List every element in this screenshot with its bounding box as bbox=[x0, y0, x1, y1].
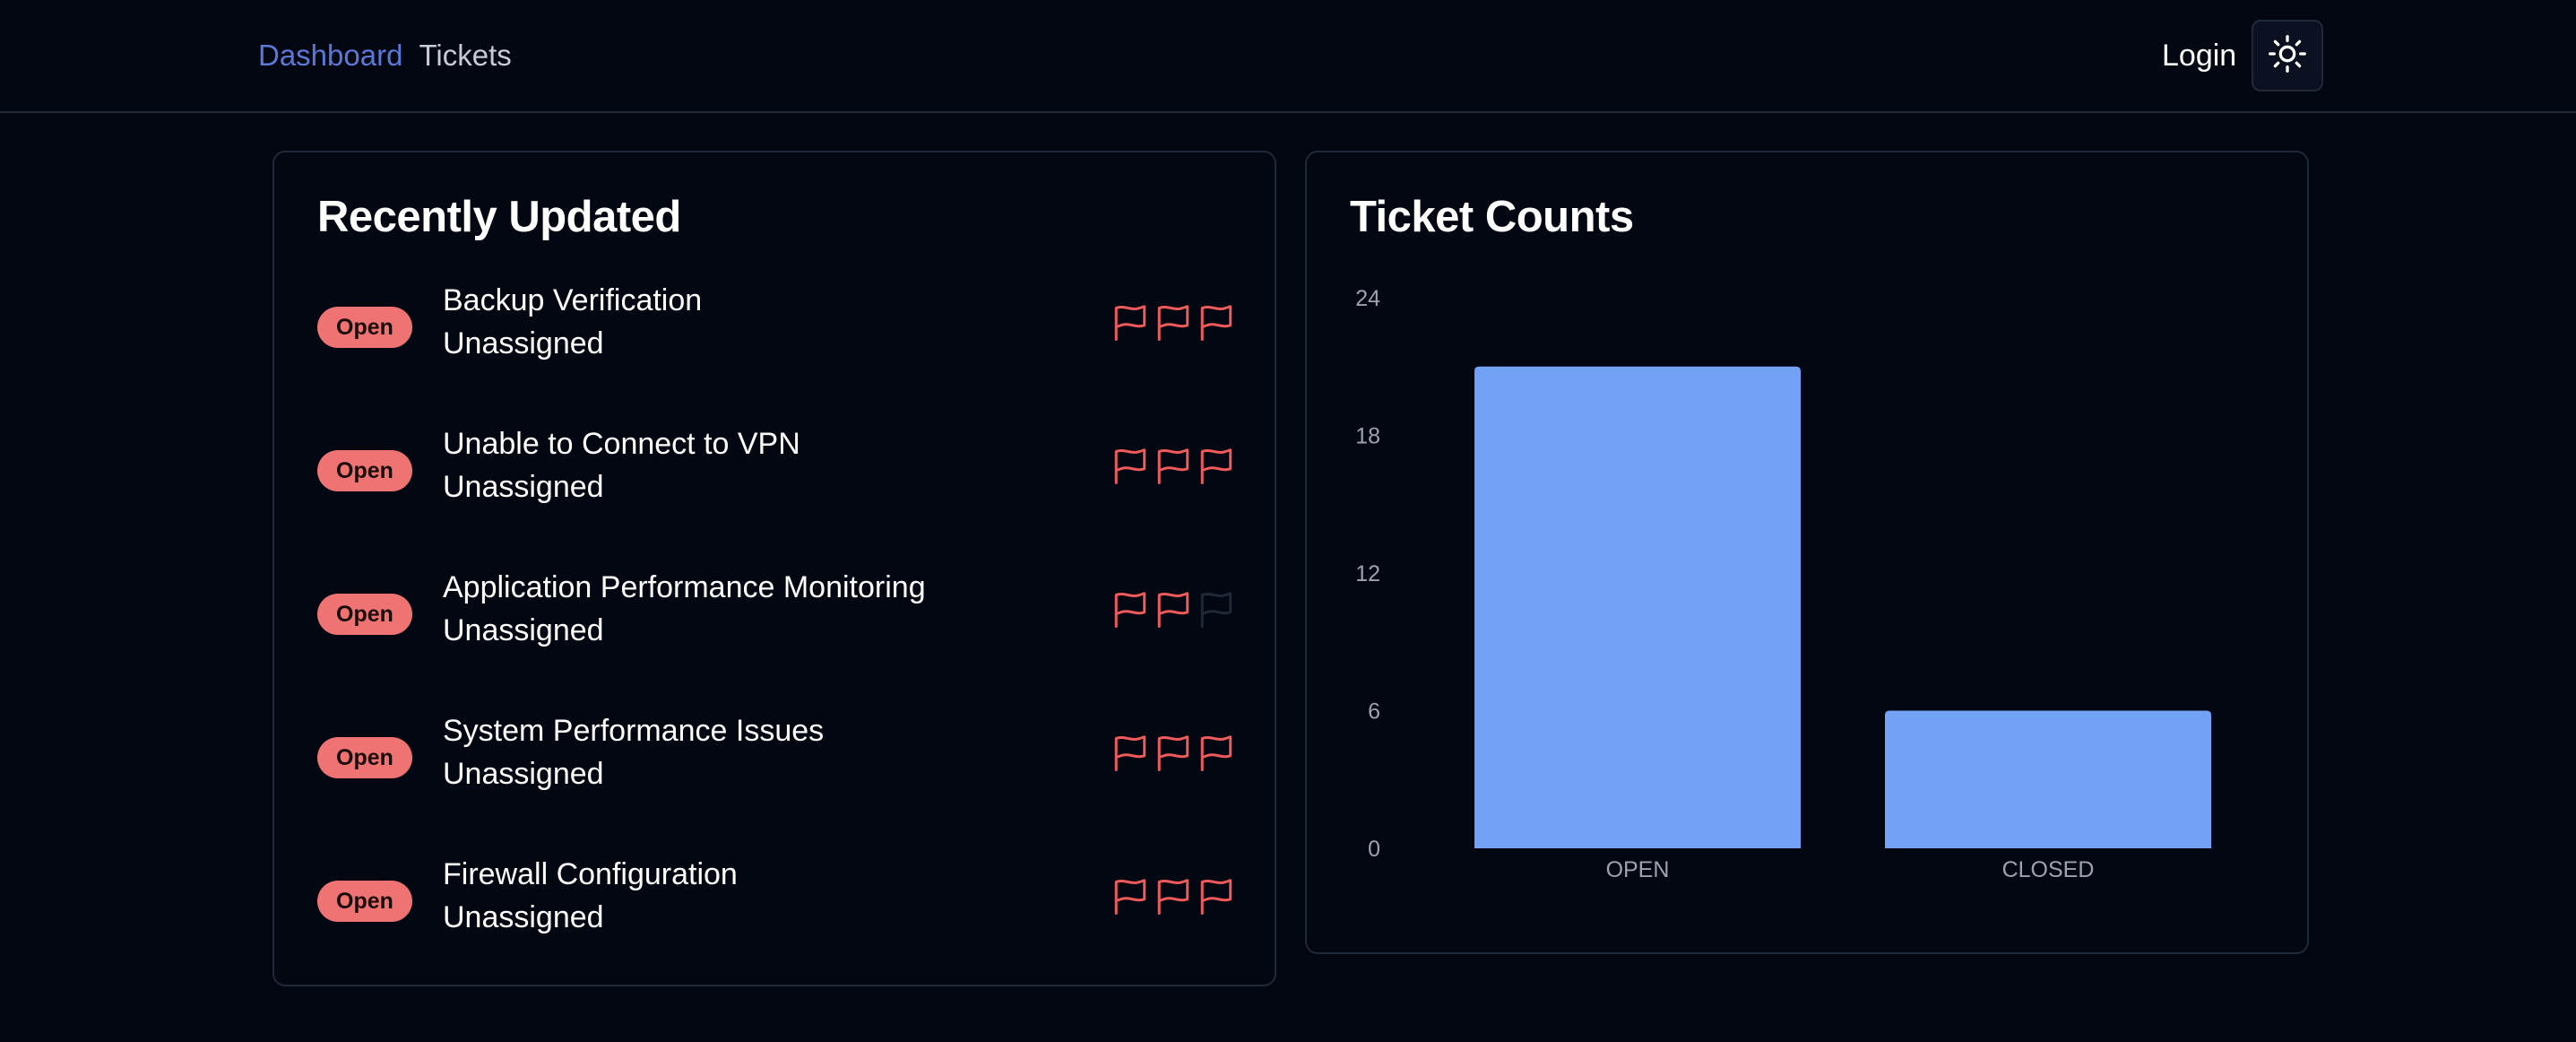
flag-icon bbox=[1154, 447, 1192, 488]
ticket-row[interactable]: Open Firewall Configuration Unassigned bbox=[317, 857, 1235, 947]
priority-flags bbox=[1111, 447, 1235, 488]
ticket-counts-chart: 0 6 12 18 24 OPEN CLOSED bbox=[1355, 286, 2211, 882]
flag-icon bbox=[1197, 877, 1235, 918]
ticket-assignee: Unassigned bbox=[443, 613, 604, 647]
priority-flags bbox=[1111, 877, 1235, 918]
x-tick-label: CLOSED bbox=[2002, 857, 2095, 882]
flag-icon bbox=[1111, 303, 1149, 344]
ticket-title: Backup Verification bbox=[443, 283, 703, 317]
status-badge: Open bbox=[317, 737, 412, 778]
flag-icon bbox=[1111, 447, 1149, 488]
y-tick-label: 12 bbox=[1355, 561, 1380, 586]
flag-icon bbox=[1197, 734, 1235, 775]
login-link[interactable]: Login bbox=[2162, 0, 2236, 111]
status-badge: Open bbox=[317, 594, 412, 635]
flag-icon bbox=[1111, 734, 1149, 775]
y-tick-label: 0 bbox=[1368, 837, 1380, 862]
flag-icon bbox=[1154, 877, 1192, 918]
flag-icon bbox=[1197, 303, 1235, 344]
status-badge: Open bbox=[317, 307, 412, 348]
x-tick-label: OPEN bbox=[1606, 857, 1670, 882]
main-nav: Dashboard Tickets bbox=[258, 0, 512, 111]
nav-dashboard-link[interactable]: Dashboard bbox=[258, 39, 402, 73]
flag-icon-inactive bbox=[1197, 590, 1235, 631]
ticket-row[interactable]: Open Backup Verification Unassigned bbox=[317, 283, 1235, 373]
flag-icon bbox=[1197, 447, 1235, 488]
ticket-title: Firewall Configuration bbox=[443, 857, 738, 891]
flag-icon bbox=[1154, 303, 1192, 344]
y-tick-label: 6 bbox=[1368, 699, 1380, 725]
theme-toggle-button[interactable] bbox=[2252, 20, 2323, 91]
ticket-title: Application Performance Monitoring bbox=[443, 570, 926, 604]
ticket-title: System Performance Issues bbox=[443, 714, 825, 748]
top-navbar: Dashboard Tickets Login bbox=[0, 0, 2576, 113]
priority-flags bbox=[1111, 734, 1235, 775]
flag-icon bbox=[1154, 590, 1192, 631]
ticket-assignee: Unassigned bbox=[443, 470, 604, 504]
flag-icon bbox=[1111, 877, 1149, 918]
recently-updated-card: Recently Updated Open Backup Verification… bbox=[272, 151, 1276, 986]
flag-icon bbox=[1154, 734, 1192, 775]
status-badge: Open bbox=[317, 881, 412, 922]
ticket-counts-card: Ticket Counts 0 6 12 18 24 OPEN CLOSED bbox=[1305, 151, 2309, 954]
priority-flags bbox=[1111, 590, 1235, 631]
flag-icon bbox=[1111, 590, 1149, 631]
y-tick-label: 24 bbox=[1355, 286, 1380, 311]
bar-open[interactable] bbox=[1474, 366, 1801, 848]
sun-icon bbox=[2268, 34, 2307, 78]
bar-closed[interactable] bbox=[1885, 710, 2211, 849]
ticket-assignee: Unassigned bbox=[443, 757, 604, 791]
status-badge: Open bbox=[317, 450, 412, 491]
ticket-row[interactable]: Open Application Performance Monitoring Un… bbox=[317, 570, 1235, 660]
recently-updated-title: Recently Updated bbox=[317, 193, 681, 241]
ticket-assignee: Unassigned bbox=[443, 326, 604, 360]
ticket-row[interactable]: Open System Performance Issues Unassigned bbox=[317, 714, 1235, 803]
nav-tickets-link[interactable]: Tickets bbox=[419, 39, 511, 73]
y-tick-label: 18 bbox=[1355, 424, 1380, 449]
ticket-row[interactable]: Open Unable to Connect to VPN Unassigned bbox=[317, 427, 1235, 517]
priority-flags bbox=[1111, 303, 1235, 344]
ticket-title: Unable to Connect to VPN bbox=[443, 427, 800, 461]
ticket-assignee: Unassigned bbox=[443, 900, 604, 934]
